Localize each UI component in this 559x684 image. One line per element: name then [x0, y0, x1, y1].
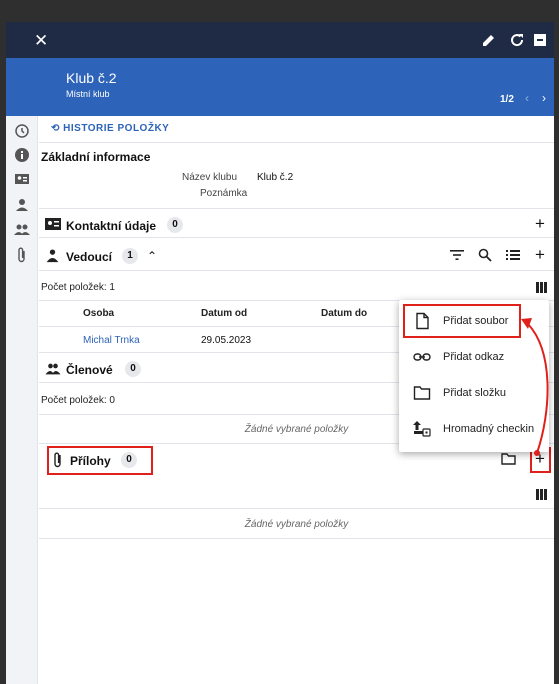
window-top-strip — [0, 0, 559, 22]
detail-panel: ✕ Klub č.2 Místní klub 1/2 ‹ › ⟲ HISTORI… — [6, 22, 554, 684]
annotation-arrow — [521, 318, 549, 456]
